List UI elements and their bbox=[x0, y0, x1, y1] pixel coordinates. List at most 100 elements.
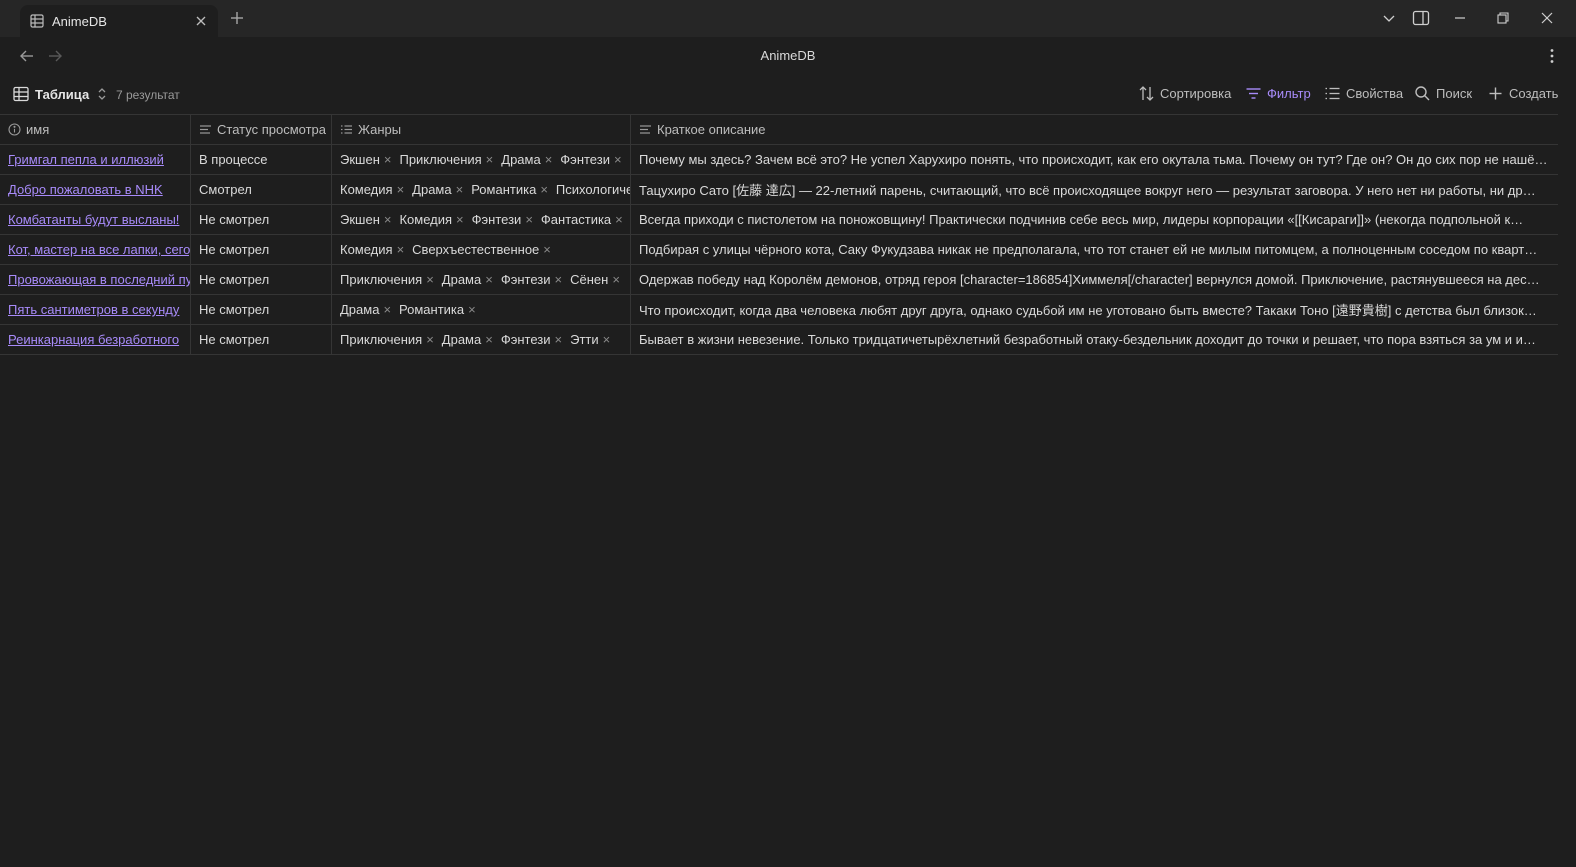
name-cell[interactable]: Комбатанты будут высланы! bbox=[0, 205, 191, 234]
filter-button[interactable]: Фильтр bbox=[1245, 85, 1311, 102]
remove-tag-icon[interactable]: × bbox=[384, 212, 392, 227]
remove-tag-icon[interactable]: × bbox=[486, 152, 494, 167]
remove-tag-icon[interactable]: × bbox=[383, 302, 391, 317]
properties-label: Свойства bbox=[1346, 86, 1404, 101]
remove-tag-icon[interactable]: × bbox=[543, 242, 551, 257]
remove-tag-icon[interactable]: × bbox=[456, 182, 464, 197]
status-cell[interactable]: Не смотрел bbox=[191, 235, 332, 264]
column-header-genres[interactable]: Жанры bbox=[332, 115, 631, 144]
description-text: Тацухиро Сато [佐藤 達広] — 22-летний парень… bbox=[639, 183, 1536, 198]
genre-label: Этти bbox=[570, 332, 599, 347]
description-cell[interactable]: Бывает в жизни невезение. Только тридцат… bbox=[631, 325, 1558, 354]
remove-tag-icon[interactable]: × bbox=[615, 212, 623, 227]
genres-cell[interactable]: Комедия× Драма× Романтика× Психологическ… bbox=[332, 175, 631, 204]
genre-tag: Сверхъестественное × bbox=[412, 242, 551, 257]
search-button[interactable]: Поиск bbox=[1414, 85, 1472, 102]
name-cell[interactable]: Гримгал пепла и иллюзий bbox=[0, 145, 191, 174]
genre-tag: Фэнтези × bbox=[560, 152, 621, 167]
create-button[interactable]: Создать bbox=[1487, 85, 1558, 102]
remove-tag-icon[interactable]: × bbox=[468, 302, 476, 317]
genre-label: Сверхъестественное bbox=[412, 242, 540, 257]
remove-tag-icon[interactable]: × bbox=[426, 272, 434, 287]
column-header-status[interactable]: Статус просмотра bbox=[191, 115, 332, 144]
note-link[interactable]: Пять сантиметров в секунду bbox=[8, 302, 179, 317]
remove-tag-icon[interactable]: × bbox=[384, 152, 392, 167]
genres-cell[interactable]: Экшен × Приключения × Драма × Фэнтези × bbox=[332, 145, 631, 174]
remove-tag-icon[interactable]: × bbox=[525, 212, 533, 227]
remove-tag-icon[interactable]: × bbox=[397, 242, 405, 257]
name-cell[interactable]: Пять сантиметров в секунду bbox=[0, 295, 191, 324]
close-window-icon[interactable] bbox=[1538, 9, 1556, 27]
page-title: AnimeDB bbox=[760, 48, 816, 63]
status-cell[interactable]: Не смотрел bbox=[191, 325, 332, 354]
minimize-icon[interactable] bbox=[1451, 9, 1469, 27]
genre-tag: Романтика × bbox=[399, 302, 476, 317]
info-icon bbox=[8, 123, 21, 136]
status-cell[interactable]: Не смотрел bbox=[191, 205, 332, 234]
sort-label: Сортировка bbox=[1160, 86, 1232, 101]
remove-tag-icon[interactable]: × bbox=[485, 272, 493, 287]
status-cell[interactable]: Не смотрел bbox=[191, 295, 332, 324]
genre-label: Психологическое bbox=[555, 182, 631, 197]
view-selector[interactable]: Таблица bbox=[13, 86, 108, 102]
genre-tag: Этти × bbox=[570, 332, 610, 347]
column-header-description[interactable]: Краткое описание bbox=[631, 115, 1558, 144]
status-cell[interactable]: В процессе bbox=[191, 145, 332, 174]
status-cell[interactable]: Не смотрел bbox=[191, 265, 332, 294]
genres-cell[interactable]: Приключения × Драма × Фэнтези × Этти × bbox=[332, 325, 631, 354]
remove-tag-icon[interactable]: × bbox=[397, 182, 405, 197]
remove-tag-icon[interactable]: × bbox=[540, 182, 548, 197]
genres-cell[interactable]: Приключения × Драма × Фэнтези × Сёнен × bbox=[332, 265, 631, 294]
properties-button[interactable]: Свойства bbox=[1324, 85, 1403, 102]
tab-animedb[interactable]: AnimeDB bbox=[20, 5, 218, 37]
sidebar-toggle-icon[interactable] bbox=[1412, 9, 1430, 27]
genre-tag: Романтика × bbox=[471, 182, 548, 197]
remove-tag-icon[interactable]: × bbox=[456, 212, 464, 227]
name-cell[interactable]: Добро пожаловать в NHK bbox=[0, 175, 191, 204]
description-cell[interactable]: Одержав победу над Королём демонов, отря… bbox=[631, 265, 1558, 294]
name-cell[interactable]: Провожающая в последний путь Фрирен bbox=[0, 265, 191, 294]
genres-cell[interactable]: Комедия × Сверхъестественное × bbox=[332, 235, 631, 264]
description-cell[interactable]: Всегда приходи с пистолетом на поножовщи… bbox=[631, 205, 1558, 234]
note-link[interactable]: Провожающая в последний путь Фрирен bbox=[8, 272, 190, 287]
view-label: Таблица bbox=[35, 86, 90, 102]
chevron-down-icon[interactable] bbox=[1380, 9, 1398, 27]
name-cell[interactable]: Кот, мастер на все лапки, сегодня bbox=[0, 235, 191, 264]
genres-cell[interactable]: Экшен × Комедия × Фэнтези × Фантастика × bbox=[332, 205, 631, 234]
note-link[interactable]: Реинкарнация безработного bbox=[8, 332, 179, 347]
description-cell[interactable]: Тацухиро Сато [佐藤 達広] — 22-летний парень… bbox=[631, 175, 1558, 204]
genre-tag: Экшен × bbox=[340, 212, 391, 227]
note-link[interactable]: Добро пожаловать в NHK bbox=[8, 182, 163, 197]
remove-tag-icon[interactable]: × bbox=[426, 332, 434, 347]
data-table: имя Статус просмотра Жанры Краткое описа… bbox=[0, 114, 1558, 355]
remove-tag-icon[interactable]: × bbox=[612, 272, 620, 287]
filter-icon bbox=[1245, 85, 1262, 102]
note-link[interactable]: Гримгал пепла и иллюзий bbox=[8, 152, 164, 167]
genre-tag: Комедия × bbox=[340, 242, 404, 257]
description-cell[interactable]: Подбирая с улицы чёрного кота, Саку Фуку… bbox=[631, 235, 1558, 264]
remove-tag-icon[interactable]: × bbox=[555, 272, 563, 287]
remove-tag-icon[interactable]: × bbox=[545, 152, 553, 167]
name-cell[interactable]: Реинкарнация безработного bbox=[0, 325, 191, 354]
sort-button[interactable]: Сортировка bbox=[1138, 85, 1231, 102]
more-options-icon[interactable] bbox=[1544, 47, 1560, 65]
close-tab-icon[interactable] bbox=[194, 14, 208, 28]
restore-icon[interactable] bbox=[1494, 9, 1512, 27]
sort-icon bbox=[1138, 85, 1155, 102]
note-link[interactable]: Кот, мастер на все лапки, сегодня bbox=[8, 242, 190, 257]
remove-tag-icon[interactable]: × bbox=[485, 332, 493, 347]
remove-tag-icon[interactable]: × bbox=[555, 332, 563, 347]
remove-tag-icon[interactable]: × bbox=[603, 332, 611, 347]
note-link[interactable]: Комбатанты будут высланы! bbox=[8, 212, 179, 227]
genre-label: Фэнтези bbox=[500, 272, 551, 287]
column-header-name[interactable]: имя bbox=[0, 115, 191, 144]
genre-tag: Комедия × bbox=[399, 212, 463, 227]
new-tab-icon[interactable] bbox=[229, 10, 245, 26]
plus-icon bbox=[1487, 85, 1504, 102]
remove-tag-icon[interactable]: × bbox=[614, 152, 622, 167]
description-cell[interactable]: Что происходит, когда два человека любят… bbox=[631, 295, 1558, 324]
description-text: Всегда приходи с пистолетом на поножовщи… bbox=[639, 212, 1524, 227]
genres-cell[interactable]: Драма × Романтика × bbox=[332, 295, 631, 324]
status-cell[interactable]: Смотрел bbox=[191, 175, 332, 204]
description-cell[interactable]: Почему мы здесь? Зачем всё это? Не успел… bbox=[631, 145, 1558, 174]
